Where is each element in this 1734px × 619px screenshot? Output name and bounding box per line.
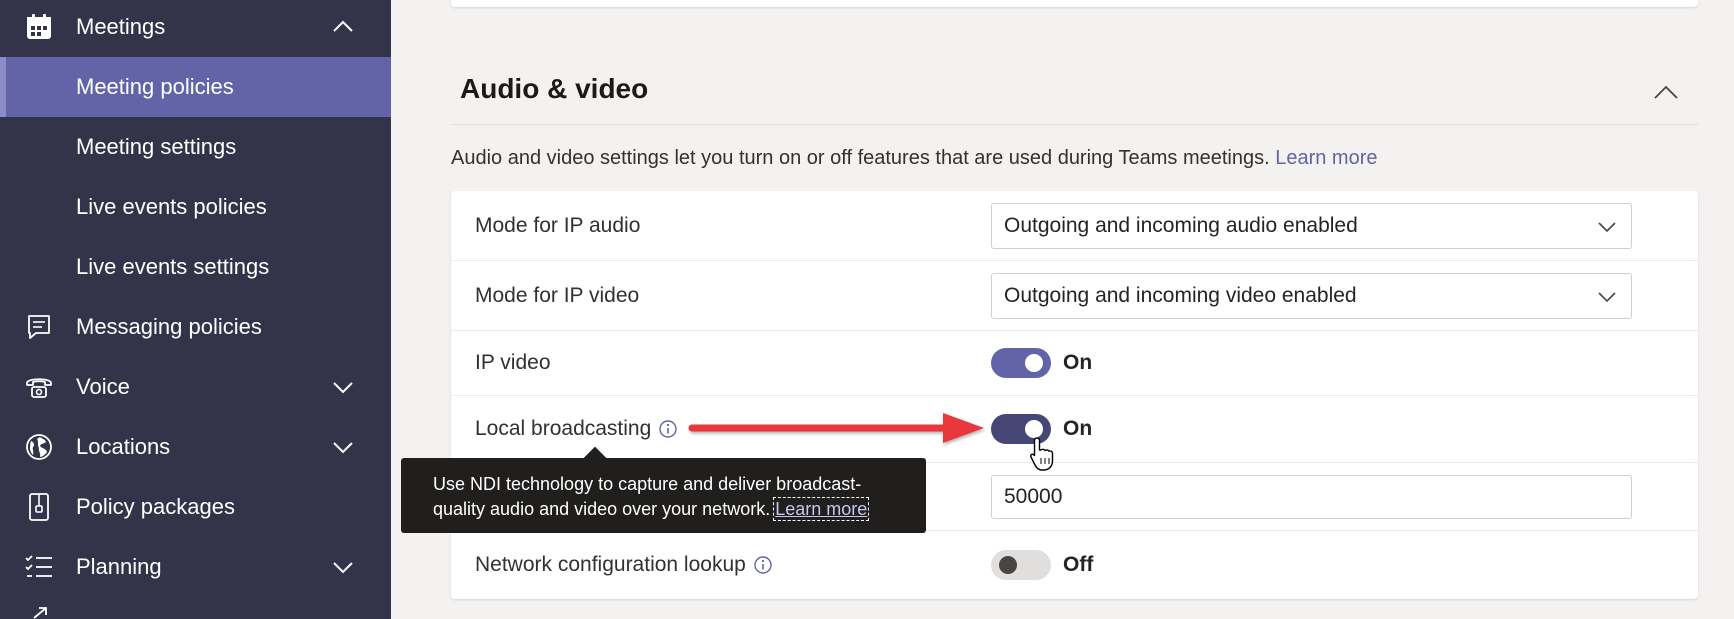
sidebar-item-messaging-policies[interactable]: Messaging policies [0,297,391,357]
info-icon[interactable] [753,555,773,575]
port-input[interactable]: 50000 [991,474,1632,519]
sidebar-item-label: Locations [76,434,171,459]
chevron-up-icon[interactable] [330,14,356,40]
chevron-down-icon[interactable] [330,434,356,460]
sidebar-item-label: Planning [76,554,162,579]
setting-label: IP video [475,351,551,374]
section-title: Audio & video [460,73,649,104]
sidebar-item-meetings[interactable]: Meetings [0,0,391,57]
setting-label-text: Network configuration lookup [475,553,746,576]
ip-audio-dropdown[interactable]: Outgoing and incoming audio enabled [991,202,1632,249]
globe-icon [22,430,56,464]
setting-label: Mode for IP video [475,283,640,307]
setting-label: Mode for IP audio [475,213,641,237]
network-lookup-toggle[interactable] [991,550,1051,580]
settings-card: Mode for IP audio Outgoing and incoming … [451,191,1698,599]
sidebar-item-label: Meetings [76,14,166,39]
chevron-down-icon [1598,221,1616,232]
sidebar: Meetings Meeting policies Meeting settin… [0,0,391,619]
previous-section-card [451,0,1698,7]
sidebar-item-label: Messaging policies [76,314,262,339]
sidebar-item-locations[interactable]: Locations [0,417,391,477]
chevron-down-icon[interactable] [330,374,356,400]
message-icon [22,310,56,344]
package-icon [22,490,56,524]
sidebar-item-voice[interactable]: Voice [0,357,391,417]
dropdown-value: Outgoing and incoming audio enabled [1004,213,1358,237]
setting-label-text: Local broadcasting [475,417,652,440]
setting-row-network-lookup: Network configuration lookup Off [451,531,1698,599]
sidebar-item-live-events-settings[interactable]: Live events settings [0,237,391,297]
sidebar-item-label: Policy packages [76,494,235,519]
sidebar-item-label: Live events policies [76,194,267,219]
tooltip-text: quality audio and video over your networ… [433,499,771,519]
divider [451,124,1698,125]
dropdown-value: Outgoing and incoming video enabled [1004,283,1357,307]
ip-video-toggle[interactable] [991,348,1051,378]
toggle-state: On [1063,351,1093,374]
tooltip-text-line-1: Use NDI technology to capture and delive… [433,474,862,494]
setting-label: Network configuration lookup [475,553,773,577]
info-tooltip: Use NDI technology to capture and delive… [401,458,926,533]
chevron-up-icon[interactable] [1651,78,1681,108]
checklist-icon [22,550,56,584]
sidebar-item-label: Meeting settings [76,134,237,159]
chevron-down-icon [1598,291,1616,302]
sidebar-item-live-events-policies[interactable]: Live events policies [0,177,391,237]
annotation-arrow-icon [688,413,984,443]
tooltip-learn-more-link[interactable]: Learn more [773,497,870,521]
tooltip-text-line-2: quality audio and video over your networ… [433,497,894,522]
toggle-knob [1025,354,1043,372]
sidebar-item-meeting-settings[interactable]: Meeting settings [0,117,391,177]
chevron-down-icon[interactable] [330,554,356,580]
calendar-icon [22,10,56,44]
section-description: Audio and video settings let you turn on… [451,147,1378,170]
toggle-state: Off [1063,553,1094,576]
sidebar-item-meeting-policies[interactable]: Meeting policies [0,57,391,117]
learn-more-link[interactable]: Learn more [1275,147,1377,169]
phone-icon [22,370,56,404]
sidebar-item-label: Meeting policies [76,74,234,99]
sidebar-item-policy-packages[interactable]: Policy packages [0,477,391,537]
setting-row-ip-video-mode: Mode for IP video Outgoing and incoming … [451,261,1698,331]
ip-video-dropdown[interactable]: Outgoing and incoming video enabled [991,272,1632,319]
input-value: 50000 [1004,484,1063,508]
expand-icon [33,607,47,619]
toggle-state: On [1063,417,1093,440]
description-text: Audio and video settings let you turn on… [451,147,1270,169]
sidebar-item-planning[interactable]: Planning [0,537,391,597]
info-icon[interactable] [658,419,678,439]
toggle-knob [999,556,1017,574]
setting-label: Local broadcasting [475,417,678,441]
setting-row-ip-video: IP video On [451,331,1698,396]
hand-cursor-icon [1030,437,1054,471]
sidebar-item-label: Live events settings [76,254,270,279]
setting-row-local-broadcasting: Local broadcasting On [451,396,1698,463]
setting-row-ip-audio: Mode for IP audio Outgoing and incoming … [451,191,1698,261]
sidebar-item-label: Voice [76,374,130,399]
